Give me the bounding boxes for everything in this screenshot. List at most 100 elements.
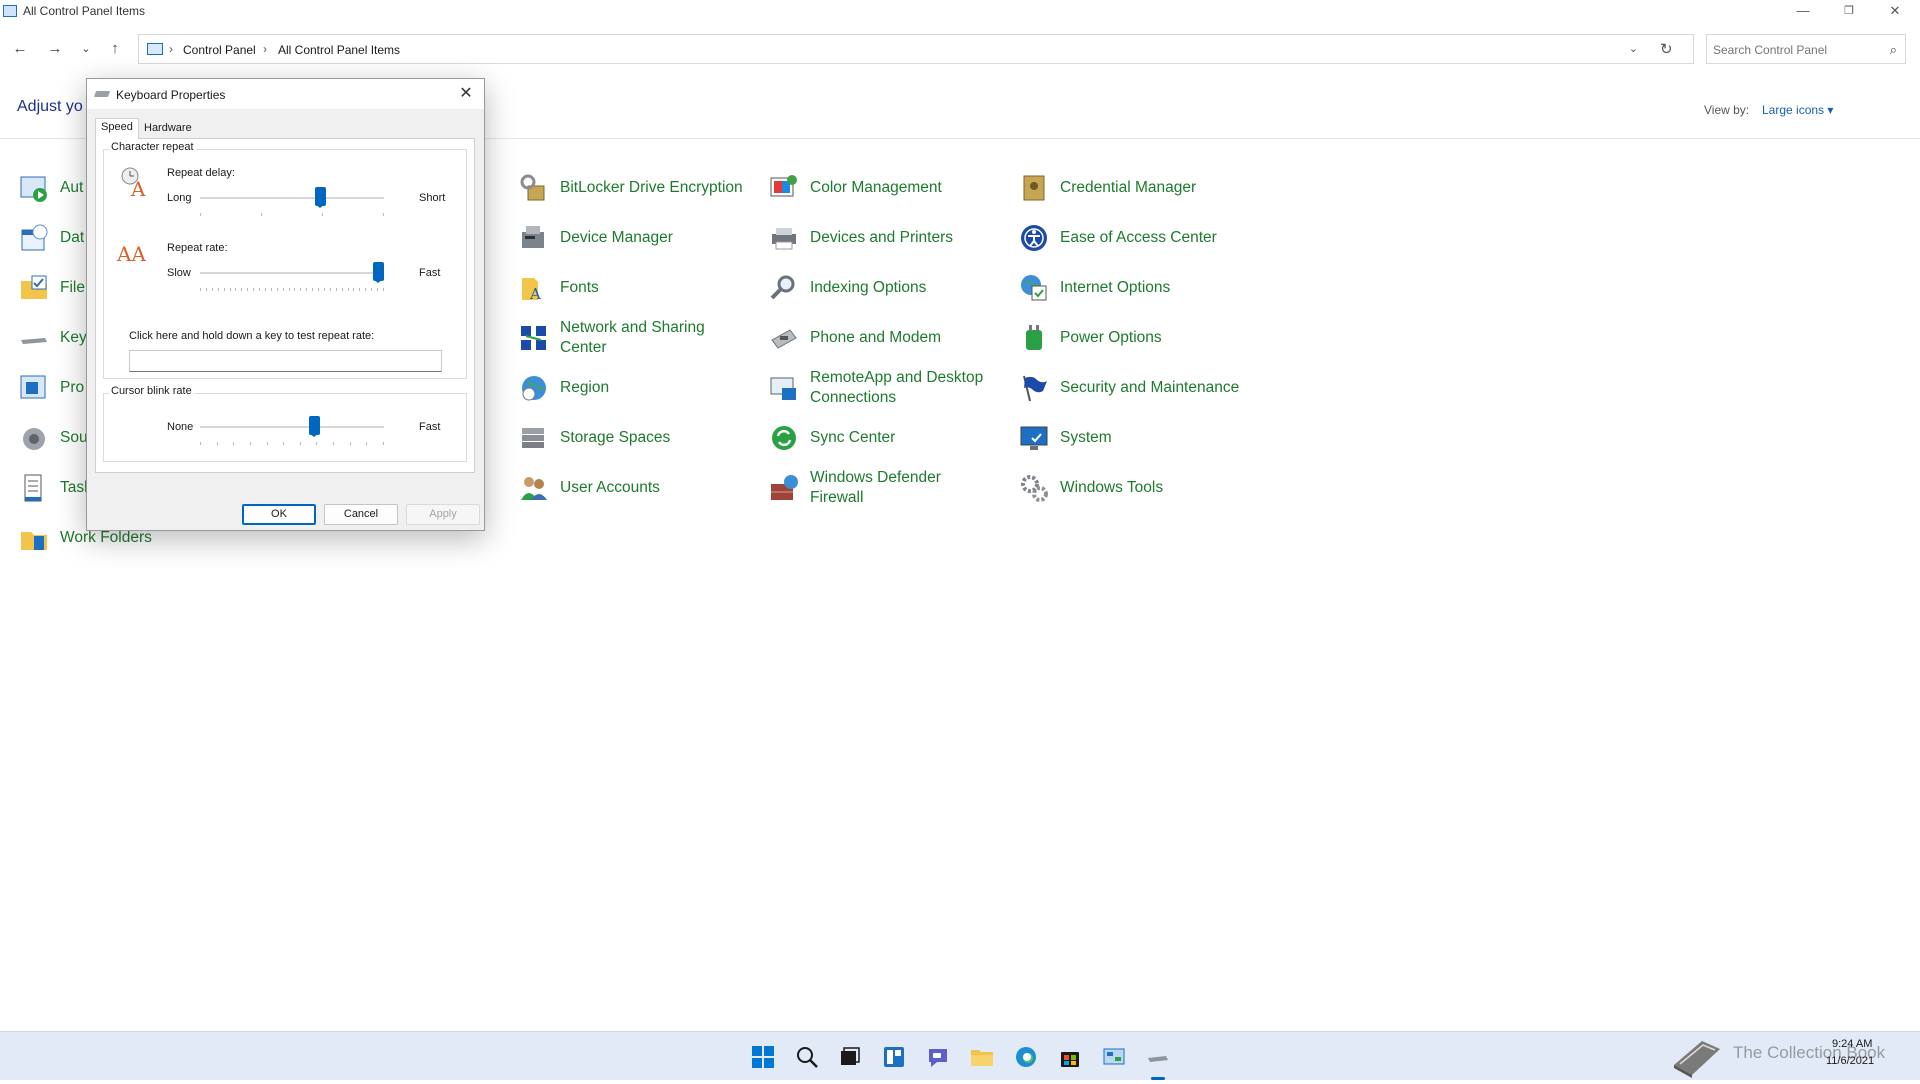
cp-item-sound[interactable]: Sou <box>18 415 88 461</box>
cp-item-phone-modem[interactable]: Phone and Modem <box>768 315 941 361</box>
cp-item-label: BitLocker Drive Encryption <box>560 179 743 196</box>
store-icon[interactable] <box>1058 1045 1082 1069</box>
cp-item-label: Indexing Options <box>810 279 927 296</box>
chat-icon[interactable] <box>926 1045 950 1069</box>
credential-vault-icon <box>1018 172 1050 204</box>
cp-item-keyboard[interactable]: Key <box>18 315 87 361</box>
back-arrow-icon[interactable]: ← <box>11 40 29 58</box>
cp-item-label: Work Folders <box>60 529 152 546</box>
cp-item-defender-firewall[interactable]: Windows Defender Firewall <box>768 465 970 511</box>
cp-item-date-time[interactable]: Dat <box>18 215 84 261</box>
printer-icon <box>768 222 800 254</box>
cp-item-devices-printers[interactable]: Devices and Printers <box>768 215 953 261</box>
cp-item-storage-spaces[interactable]: Storage Spaces <box>518 415 670 461</box>
cp-item-indexing-options[interactable]: Indexing Options <box>768 265 926 311</box>
control-panel-icon <box>3 5 17 17</box>
cp-item-credential-manager[interactable]: Credential Manager <box>1018 165 1196 211</box>
tab-hardware[interactable]: Hardware <box>139 120 197 138</box>
task-view-icon[interactable] <box>838 1045 862 1069</box>
repeat-delay-slider[interactable] <box>314 187 326 208</box>
cp-item-programs[interactable]: Pro <box>18 365 84 411</box>
delay-long-label: Long <box>167 192 192 204</box>
close-button[interactable]: ✕ <box>1872 0 1918 24</box>
close-icon[interactable]: ✕ <box>454 83 478 105</box>
search-icon[interactable]: ⌕ <box>1890 42 1897 58</box>
cp-item-system[interactable]: System <box>1018 415 1112 461</box>
refresh-icon[interactable]: ↻ <box>1660 40 1673 58</box>
repeat-delay-track <box>200 197 384 199</box>
navigation-bar: ← → ⌄ ↑ › Control Panel › All Control Pa… <box>0 30 1920 68</box>
tab-speed[interactable]: Speed <box>95 118 139 139</box>
slider-tick <box>353 288 355 291</box>
chevron-down-icon[interactable]: ⌄ <box>1629 42 1638 55</box>
test-repeat-input[interactable] <box>129 350 442 372</box>
address-bar[interactable]: › Control Panel › All Control Panel Item… <box>138 34 1694 64</box>
cp-item-bitlocker[interactable]: BitLocker Drive Encryption <box>518 165 743 211</box>
cp-item-taskbar[interactable]: Task <box>18 465 92 511</box>
ok-button[interactable]: OK <box>242 504 316 525</box>
search-box[interactable]: ⌕ <box>1706 34 1906 64</box>
speaker-icon <box>18 422 50 454</box>
cp-item-windows-tools[interactable]: Windows Tools <box>1018 465 1163 511</box>
control-panel-taskbar-icon[interactable] <box>1102 1045 1126 1069</box>
cp-item-label: Aut <box>60 179 84 196</box>
flag-icon <box>1018 372 1050 404</box>
cp-item-region[interactable]: Region <box>518 365 609 411</box>
svg-text:A: A <box>130 177 146 198</box>
slider-tick <box>299 442 301 445</box>
magnifier-icon <box>768 272 800 304</box>
file-explorer-icon[interactable] <box>970 1045 994 1069</box>
breadcrumb-all-items[interactable]: All Control Panel Items <box>278 43 400 57</box>
view-by-dropdown[interactable]: Large icons ▾ <box>1762 103 1833 117</box>
slider-tick <box>241 288 243 291</box>
cp-item-user-accounts[interactable]: User Accounts <box>518 465 660 511</box>
cancel-button[interactable]: Cancel <box>324 504 398 525</box>
rate-fast-label: Fast <box>419 267 441 279</box>
search-icon[interactable] <box>795 1045 819 1069</box>
up-arrow-icon[interactable]: ↑ <box>106 40 124 58</box>
slider-tick <box>316 442 318 445</box>
repeat-rate-slider[interactable] <box>373 262 385 283</box>
cp-item-network-sharing[interactable]: Network and Sharing Center <box>518 315 730 361</box>
cp-item-device-manager[interactable]: Device Manager <box>518 215 673 261</box>
widgets-icon[interactable] <box>882 1045 906 1069</box>
apply-button[interactable]: Apply <box>406 504 480 525</box>
cursor-blink-slider[interactable] <box>309 416 321 437</box>
cp-item-remoteapp[interactable]: RemoteApp and Desktop Connections <box>768 365 990 411</box>
slider-tick <box>371 288 373 291</box>
minimize-button[interactable]: — <box>1780 0 1826 24</box>
recent-locations-icon[interactable]: ⌄ <box>77 40 95 58</box>
svg-text:A: A <box>529 285 541 303</box>
cp-item-power-options[interactable]: Power Options <box>1018 315 1162 361</box>
cp-item-security-maintenance[interactable]: Security and Maintenance <box>1018 365 1239 411</box>
restore-button[interactable]: ❐ <box>1826 0 1872 24</box>
page-heading: Adjust yo <box>17 98 83 115</box>
clock-date[interactable]: 11/6/2021 <box>1826 1055 1874 1067</box>
cp-item-color-management[interactable]: Color Management <box>768 165 942 211</box>
breadcrumb-control-panel[interactable]: Control Panel <box>183 43 256 57</box>
cp-item-ease-of-access[interactable]: Ease of Access Center <box>1018 215 1217 261</box>
cp-item-fonts[interactable]: A Fonts <box>518 265 599 311</box>
cursor-blink-ticks <box>200 442 384 445</box>
cp-item-autoplay[interactable]: Aut <box>18 165 83 211</box>
cp-item-label: Windows Tools <box>1060 479 1164 496</box>
cp-item-sync-center[interactable]: Sync Center <box>768 415 895 461</box>
cp-item-internet-options[interactable]: Internet Options <box>1018 265 1170 311</box>
cp-item-file-explorer[interactable]: File <box>18 265 85 311</box>
clock-time[interactable]: 9:24 AM <box>1832 1038 1872 1050</box>
slider-tick <box>283 442 285 445</box>
search-input[interactable] <box>1713 41 1873 59</box>
programs-icon <box>18 372 50 404</box>
keyboard-taskbar-icon[interactable] <box>1146 1045 1170 1069</box>
keyboard-icon <box>18 322 50 354</box>
slider-tick <box>247 288 249 291</box>
character-repeat-group <box>103 149 467 379</box>
cp-item-label: Sync Center <box>810 429 896 446</box>
cp-item-label: Dat <box>60 229 85 246</box>
breadcrumb-separator[interactable]: › <box>263 42 267 56</box>
edge-browser-icon[interactable] <box>1014 1045 1038 1069</box>
start-windows-icon[interactable] <box>751 1045 775 1069</box>
forward-arrow-icon[interactable]: → <box>46 40 64 58</box>
slider-tick <box>383 213 384 216</box>
slider-tick <box>312 288 314 291</box>
